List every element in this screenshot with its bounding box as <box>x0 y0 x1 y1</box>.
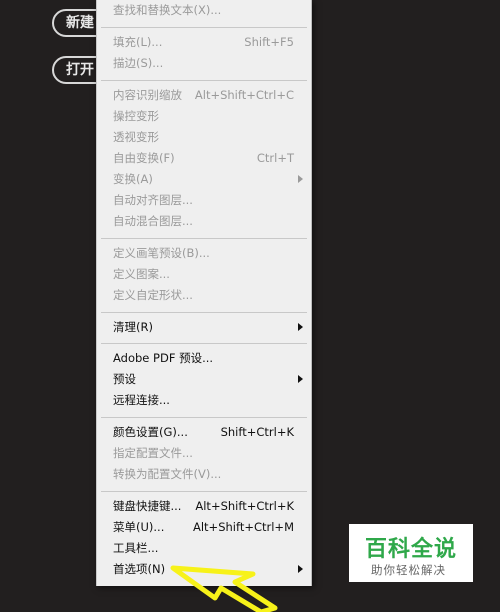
menu-item[interactable]: 定义画笔预设(B)... <box>97 243 311 264</box>
menu-item-label: 定义画笔预设(B)... <box>113 246 210 260</box>
menu-item[interactable]: 指定配置文件... <box>97 443 311 464</box>
menu-item[interactable]: 查找和替换文本(X)... <box>97 0 311 21</box>
menu-item-label: 查找和替换文本(X)... <box>113 3 222 17</box>
menu-separator <box>101 343 307 344</box>
menu-item-label: 预设 <box>113 372 136 386</box>
menu-item-label: 变换(A) <box>113 172 153 186</box>
menu-item[interactable]: 定义自定形状... <box>97 285 311 306</box>
menu-separator <box>101 27 307 28</box>
menu-item-shortcut: Alt+Shift+Ctrl+M <box>192 520 294 534</box>
menu-item-label: 定义图案... <box>113 267 170 281</box>
submenu-arrow-icon <box>298 565 303 573</box>
menu-item-label: 颜色设置(G)... <box>113 425 188 439</box>
menu-separator <box>101 491 307 492</box>
menu-item-label: 远程连接... <box>113 393 170 407</box>
menu-item[interactable]: 预设 <box>97 369 311 390</box>
menu-item[interactable]: 自由变换(F) Ctrl+T <box>97 148 311 169</box>
menu-separator <box>101 238 307 239</box>
menu-item-label: 填充(L)... <box>113 35 163 49</box>
menu-item-label: 透视变形 <box>113 130 159 144</box>
menu-item-shortcut: Alt+Shift+Ctrl+K <box>195 499 294 513</box>
menu-item[interactable]: 转换为配置文件(V)... <box>97 464 311 485</box>
menu-item-label: 定义自定形状... <box>113 288 193 302</box>
menu-item-label: 清理(R) <box>113 320 153 334</box>
menu-separator <box>101 417 307 418</box>
menu-item-shortcut: Shift+Ctrl+K <box>220 425 294 439</box>
menu-item[interactable]: 描边(S)... <box>97 53 311 74</box>
menu-item[interactable]: 填充(L)... Shift+F5 <box>97 32 311 53</box>
menu-item[interactable]: 操控变形 <box>97 106 311 127</box>
menu-item[interactable]: 工具栏... <box>97 538 311 559</box>
menu-item-shortcut: Shift+F5 <box>244 35 294 49</box>
menu-item[interactable]: 变换(A) <box>97 169 311 190</box>
menu-item-label: Adobe PDF 预设... <box>113 351 214 365</box>
menu-item[interactable]: Adobe PDF 预设... <box>97 348 311 369</box>
watermark-title: 百科全说 <box>365 537 458 562</box>
menu-item-shortcut: Alt+Shift+Ctrl+C <box>194 88 294 102</box>
menu-item[interactable]: 内容识别缩放 Alt+Shift+Ctrl+C <box>97 85 311 106</box>
submenu-arrow-icon <box>298 375 303 383</box>
menu-item[interactable]: 定义图案... <box>97 264 311 285</box>
menu-item-label: 首选项(N) <box>113 562 166 576</box>
watermark-logo: 百科全说 助你轻松解决 <box>349 524 473 582</box>
menu-item-label: 键盘快捷键... <box>113 499 182 513</box>
menu-item-label: 描边(S)... <box>113 56 164 70</box>
menu-item-label: 指定配置文件... <box>113 446 193 460</box>
menu-item-label: 菜单(U)... <box>113 520 165 534</box>
menu-item[interactable]: 颜色设置(G)... Shift+Ctrl+K <box>97 422 311 443</box>
menu-separator <box>101 312 307 313</box>
edit-menu-dropdown: 查找和替换文本(X)... 填充(L)... Shift+F5 描边(S)... 内容识… <box>96 0 312 586</box>
submenu-arrow-icon <box>298 175 303 183</box>
menu-item[interactable]: 自动对齐图层... <box>97 190 311 211</box>
menu-item-label: 内容识别缩放 <box>113 88 182 102</box>
menu-item[interactable]: 远程连接... <box>97 390 311 411</box>
menu-item[interactable]: 菜单(U)... Alt+Shift+Ctrl+M <box>97 517 311 538</box>
menu-item-label: 自动混合图层... <box>113 214 193 228</box>
menu-item[interactable]: 透视变形 <box>97 127 311 148</box>
menu-item-shortcut: Ctrl+T <box>256 151 294 165</box>
menu-item[interactable]: 自动混合图层... <box>97 211 311 232</box>
menu-item-label: 自动对齐图层... <box>113 193 193 207</box>
submenu-arrow-icon <box>298 323 303 331</box>
menu-item-label: 自由变换(F) <box>113 151 175 165</box>
menu-item[interactable]: 清理(R) <box>97 317 311 338</box>
menu-separator <box>101 80 307 81</box>
yellow-pointer-arrow-icon <box>170 565 278 612</box>
menu-item-label: 工具栏... <box>113 541 159 555</box>
menu-item[interactable]: 键盘快捷键... Alt+Shift+Ctrl+K <box>97 496 311 517</box>
menu-item-label: 转换为配置文件(V)... <box>113 467 222 481</box>
menu-item-label: 操控变形 <box>113 109 159 123</box>
watermark-subtitle: 助你轻松解决 <box>371 563 446 577</box>
